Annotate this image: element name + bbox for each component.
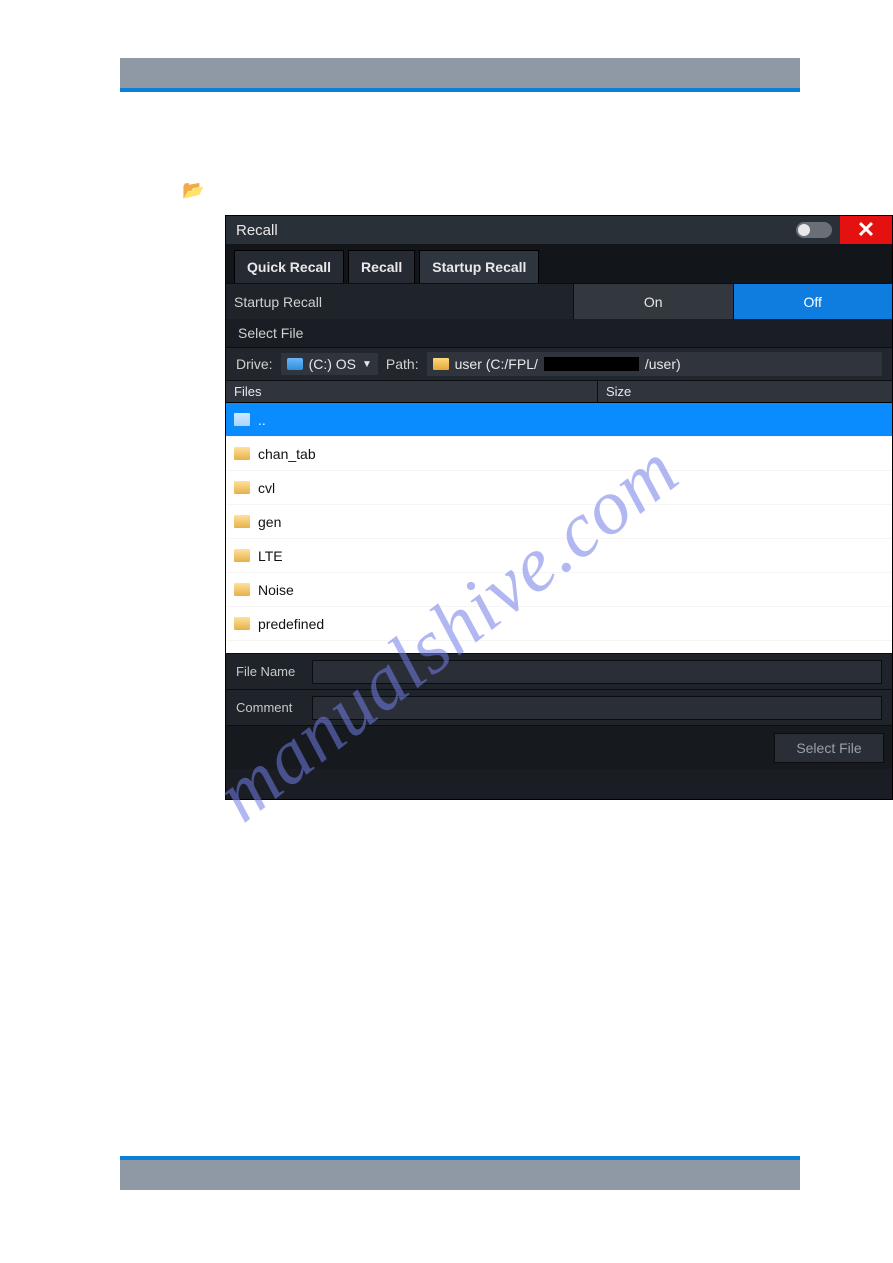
- drive-path-row: Drive: (C:) OS ▼ Path: user (C:/FPL/ /us…: [226, 347, 892, 381]
- path-prefix: user (C:/FPL/: [455, 356, 538, 372]
- file-name-row: File Name: [226, 653, 892, 689]
- size-column-header[interactable]: Size: [598, 381, 892, 402]
- drive-icon: [287, 358, 303, 370]
- comment-input[interactable]: [312, 696, 882, 720]
- list-item[interactable]: ..: [226, 403, 892, 437]
- files-column-header[interactable]: Files: [226, 381, 598, 402]
- page-footer-bar: [120, 1160, 800, 1190]
- list-item[interactable]: chan_tab: [226, 437, 892, 471]
- select-file-button[interactable]: Select File: [774, 733, 884, 763]
- file-list[interactable]: .. chan_tab cvl gen LTE Noise predefined: [226, 403, 892, 653]
- startup-recall-row: Startup Recall On Off: [226, 283, 892, 319]
- file-list-header: Files Size: [226, 381, 892, 403]
- folder-icon: [234, 549, 250, 562]
- tab-startup-recall[interactable]: Startup Recall: [419, 250, 539, 283]
- file-name: chan_tab: [258, 446, 316, 462]
- list-item[interactable]: predefined: [226, 607, 892, 641]
- drive-select[interactable]: (C:) OS ▼: [281, 353, 378, 375]
- file-name-input[interactable]: [312, 660, 882, 684]
- chevron-down-icon: ▼: [362, 359, 372, 370]
- dialog-title: Recall: [236, 222, 278, 239]
- folder-icon: [234, 413, 250, 426]
- file-name: gen: [258, 514, 281, 530]
- list-item[interactable]: gen: [226, 505, 892, 539]
- folder-icon: [234, 617, 250, 630]
- path-field[interactable]: user (C:/FPL/ /user): [427, 352, 882, 376]
- page-header-bar: [120, 58, 800, 88]
- dialog-titlebar: Recall ✕: [226, 216, 892, 244]
- file-name-label: File Name: [226, 664, 312, 679]
- close-button[interactable]: ✕: [840, 216, 892, 244]
- list-item[interactable]: LTE: [226, 539, 892, 573]
- recall-dialog: Recall ✕ Quick Recall Recall Startup Rec…: [225, 215, 893, 800]
- tab-recall[interactable]: Recall: [348, 250, 415, 283]
- drive-value: (C:) OS: [309, 356, 356, 372]
- folder-icon: [234, 481, 250, 494]
- comment-row: Comment: [226, 689, 892, 725]
- path-label: Path:: [386, 356, 419, 372]
- path-redacted: [544, 357, 639, 371]
- select-file-section-title: Select File: [226, 319, 892, 347]
- file-name: LTE: [258, 548, 283, 564]
- dialog-toggle-icon[interactable]: [796, 222, 832, 238]
- list-item[interactable]: Noise: [226, 573, 892, 607]
- on-button[interactable]: On: [573, 284, 733, 319]
- off-button[interactable]: Off: [733, 284, 893, 319]
- path-suffix: /user): [645, 356, 681, 372]
- tab-quick-recall[interactable]: Quick Recall: [234, 250, 344, 283]
- folder-icon: [433, 358, 449, 370]
- comment-label: Comment: [226, 700, 312, 715]
- open-folder-icon: 📂: [182, 180, 204, 201]
- tab-bar: Quick Recall Recall Startup Recall: [226, 244, 892, 283]
- startup-recall-label: Startup Recall: [226, 284, 573, 319]
- folder-icon: [234, 515, 250, 528]
- folder-icon: [234, 583, 250, 596]
- file-name: predefined: [258, 616, 324, 632]
- drive-label: Drive:: [236, 356, 273, 372]
- file-name: Noise: [258, 582, 294, 598]
- dialog-footer: Select File: [226, 725, 892, 769]
- folder-icon: [234, 447, 250, 460]
- file-name: ..: [258, 412, 266, 428]
- file-name: cvl: [258, 480, 275, 496]
- list-item[interactable]: cvl: [226, 471, 892, 505]
